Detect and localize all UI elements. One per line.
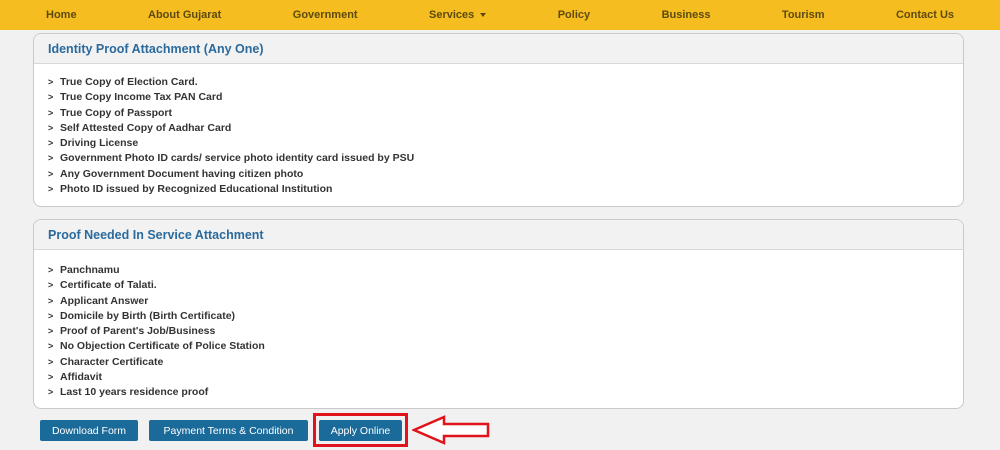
- chevron-right-icon: >: [48, 77, 54, 87]
- apply-online-highlight-box: [313, 413, 408, 447]
- list-item: > Affidavit: [48, 370, 963, 385]
- list-item: > True Copy of Passport: [48, 106, 963, 121]
- chevron-right-icon: >: [48, 341, 54, 352]
- list-item: > No Objection Certificate of Police Stat…: [48, 339, 963, 354]
- list-item: > Self Attested Copy of Aadhar Card: [48, 121, 963, 136]
- nav-item-services[interactable]: Services: [429, 9, 487, 21]
- pointer-arrow-icon: [412, 415, 490, 445]
- list-item: > Panchnamu: [48, 263, 963, 278]
- chevron-right-icon: >: [48, 310, 54, 321]
- payment-terms-button[interactable]: Payment Terms & Condition: [149, 420, 308, 441]
- caret-down-icon: [480, 13, 487, 17]
- panel-heading: Identity Proof Attachment (Any One): [34, 34, 963, 64]
- top-navigation-bar: Home About Gujarat Government Services P…: [0, 0, 1000, 30]
- list-item: > Driving License: [48, 136, 963, 151]
- list-item: > Any Government Document having citizen …: [48, 167, 963, 182]
- nav-item-business[interactable]: Business: [662, 9, 711, 21]
- chevron-right-icon: >: [48, 92, 54, 103]
- identity-proof-panel: Identity Proof Attachment (Any One) > Tru…: [33, 33, 964, 207]
- chevron-right-icon: >: [48, 326, 54, 336]
- list-item: > Government Photo ID cards/ service phot…: [48, 151, 963, 166]
- chevron-right-icon: >: [48, 122, 54, 133]
- list-item: > Character Certificate: [48, 355, 963, 370]
- chevron-right-icon: >: [48, 265, 54, 275]
- chevron-right-icon: >: [48, 280, 54, 291]
- chevron-right-icon: >: [48, 168, 54, 179]
- identity-proof-list: > True Copy of Election Card. > True Copy …: [34, 64, 963, 197]
- chevron-right-icon: >: [48, 153, 54, 164]
- download-form-button[interactable]: Download Form: [40, 420, 138, 441]
- list-item: > Photo ID issued by Recognized Education…: [48, 182, 963, 197]
- list-item: > Certificate of Talati.: [48, 278, 963, 293]
- service-proof-panel: Proof Needed In Service Attachment > Panc…: [33, 219, 964, 409]
- chevron-right-icon: >: [48, 295, 54, 306]
- list-item: > Proof of Parent's Job/Business: [48, 324, 963, 339]
- chevron-right-icon: >: [48, 371, 54, 382]
- chevron-right-icon: >: [48, 107, 54, 118]
- chevron-right-icon: >: [48, 387, 54, 397]
- list-item: > Domicile by Birth (Birth Certificate): [48, 309, 963, 324]
- service-proof-list: > Panchnamu > Certificate of Talati. > Appl…: [34, 250, 963, 400]
- list-item: > Last 10 years residence proof: [48, 385, 963, 400]
- nav-item-government[interactable]: Government: [293, 9, 358, 21]
- list-item: > Applicant Answer: [48, 294, 963, 309]
- list-item: > True Copy of Election Card.: [48, 75, 963, 90]
- panel-heading: Proof Needed In Service Attachment: [34, 220, 963, 250]
- nav-item-tourism[interactable]: Tourism: [782, 9, 825, 21]
- nav-item-policy[interactable]: Policy: [558, 9, 590, 21]
- nav-item-home[interactable]: Home: [46, 9, 77, 21]
- list-item: > True Copy Income Tax PAN Card: [48, 90, 963, 105]
- nav-item-contact-us[interactable]: Contact Us: [896, 9, 954, 21]
- chevron-right-icon: >: [48, 183, 54, 194]
- nav-item-about-gujarat[interactable]: About Gujarat: [148, 9, 221, 21]
- chevron-right-icon: >: [48, 356, 54, 367]
- chevron-right-icon: >: [48, 138, 54, 148]
